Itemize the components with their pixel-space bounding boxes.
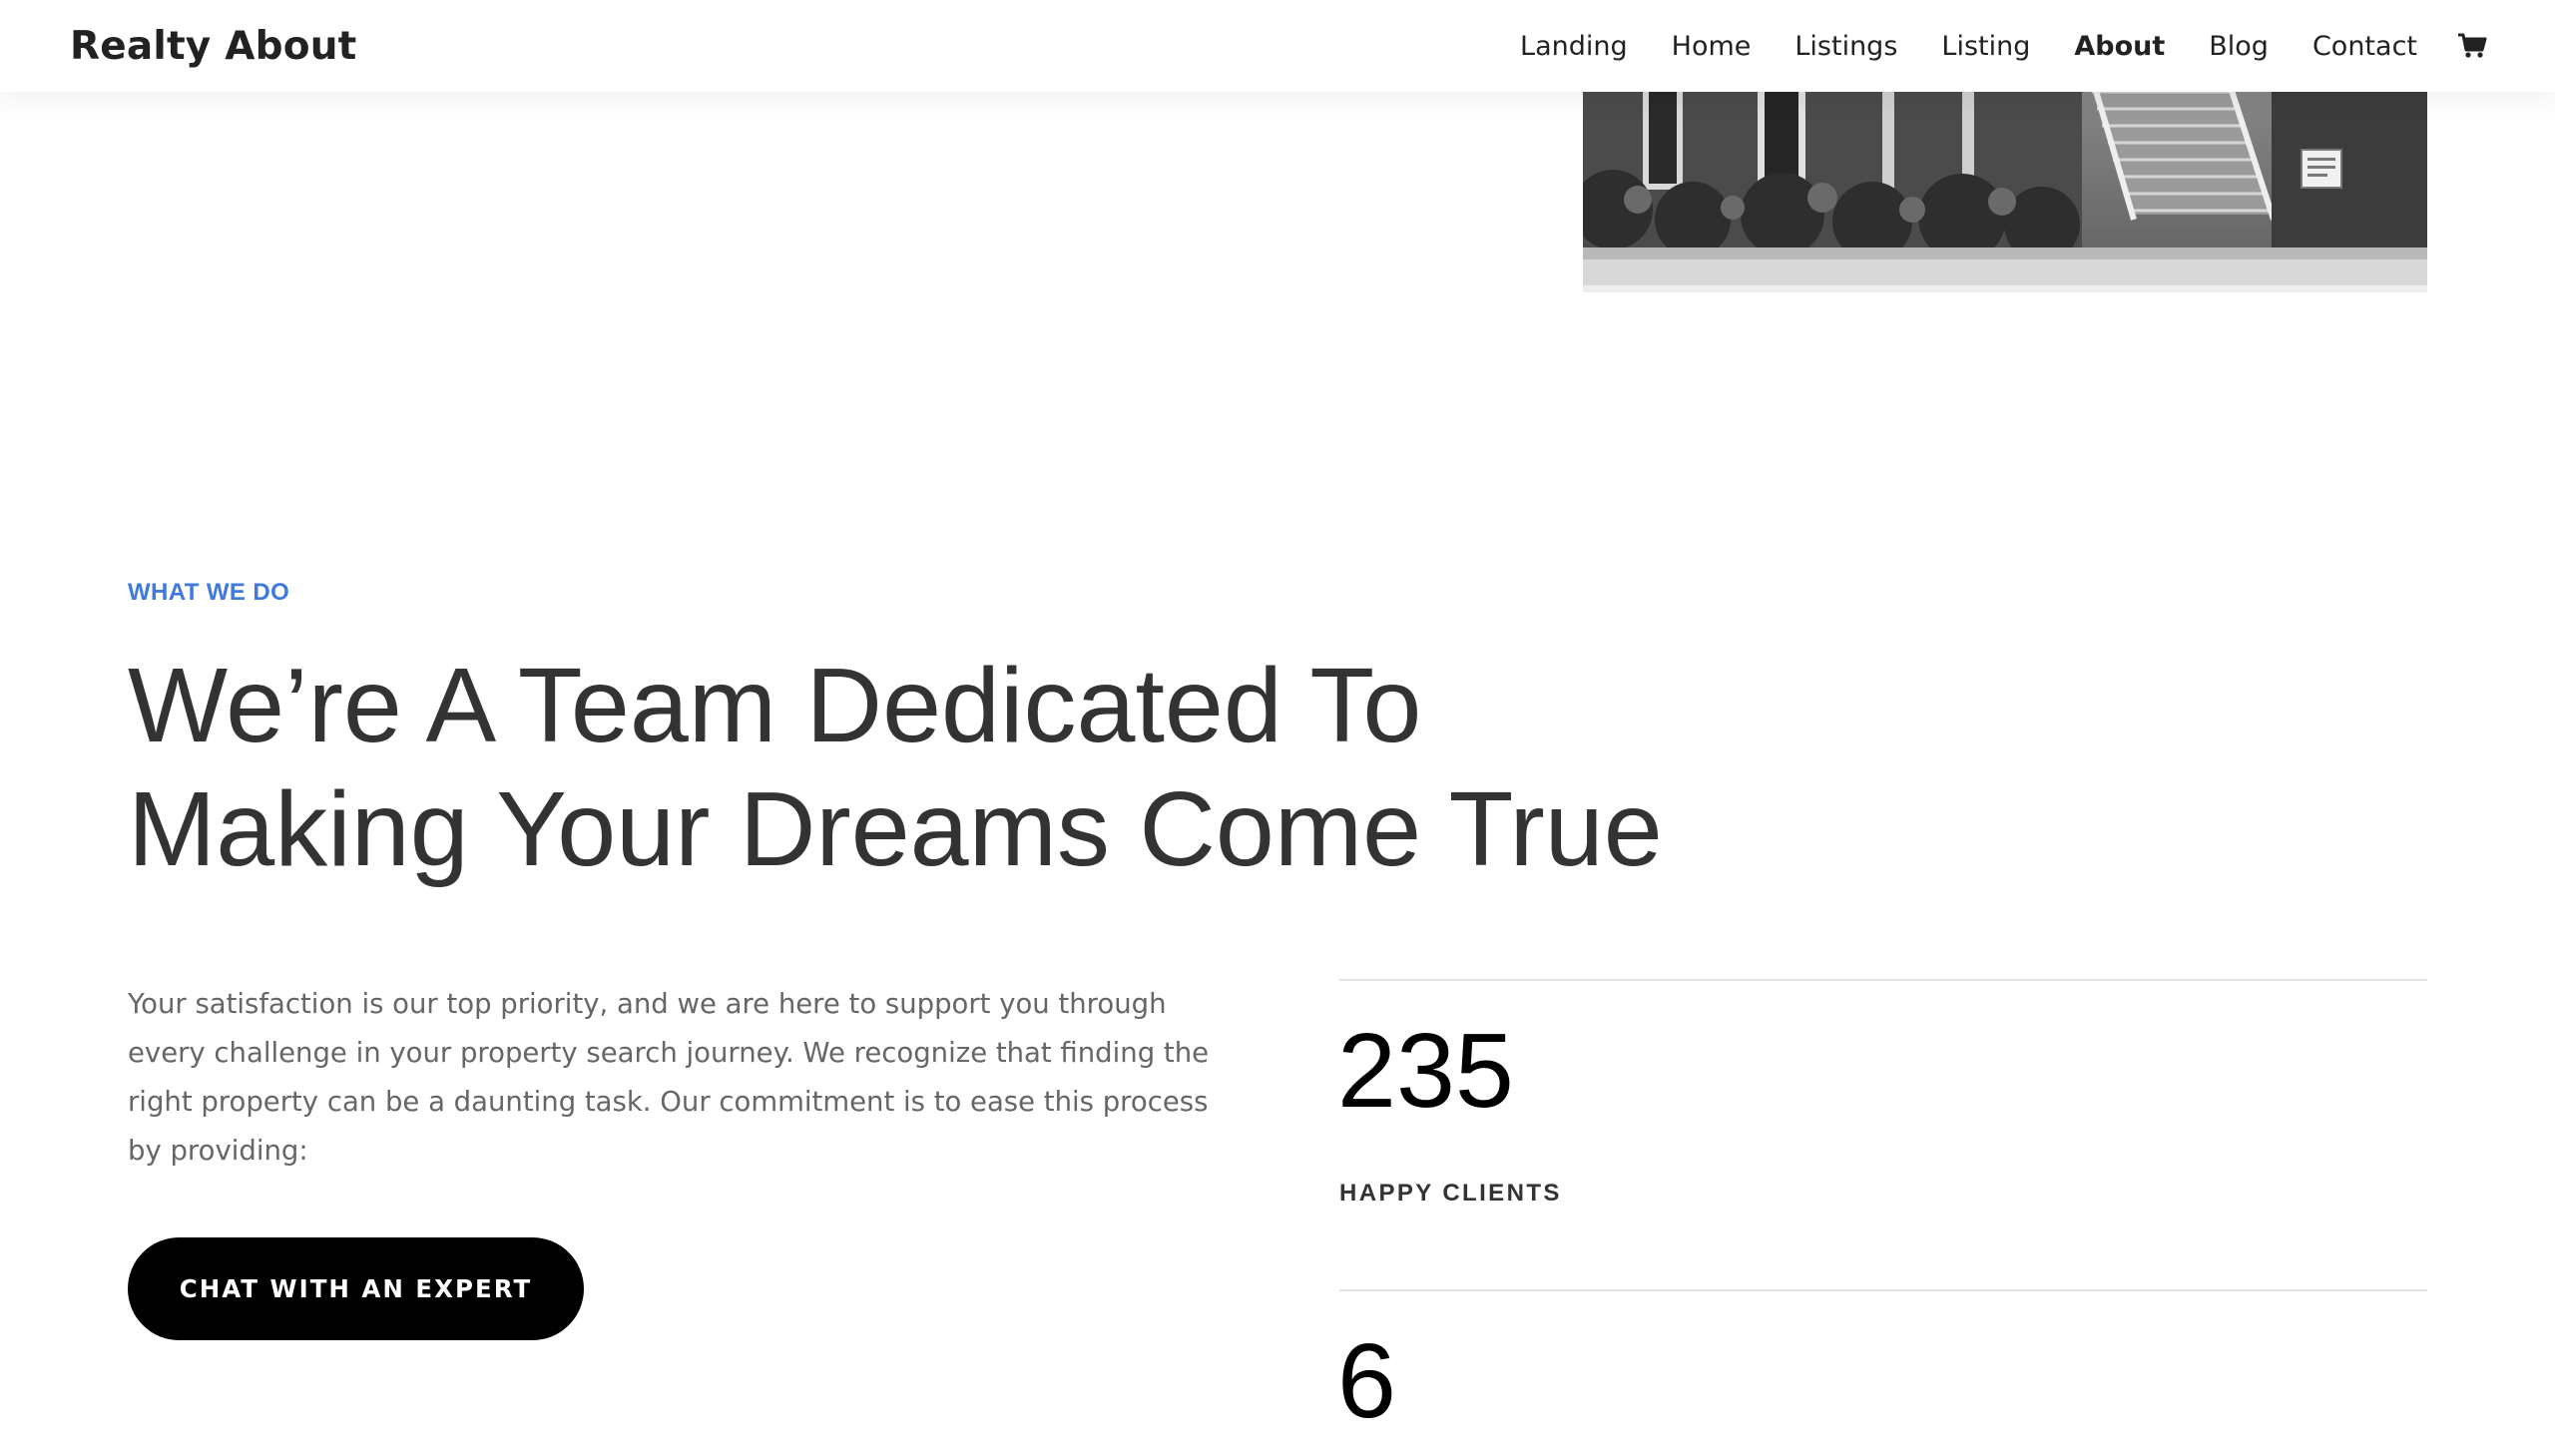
nav-listings[interactable]: Listings [1794, 31, 1897, 62]
main-nav: Landing Home Listings Listing About Blog… [1476, 31, 2487, 62]
site-header: Realty About Landing Home Listings Listi… [0, 0, 2555, 92]
nav-about[interactable]: About [2074, 31, 2165, 62]
section-eyebrow: WHAT WE DO [128, 579, 290, 606]
nav-blog[interactable]: Blog [2209, 31, 2269, 62]
section-headline: We’re A Team Dedicated To Making Your Dr… [128, 644, 1725, 891]
stat-divider [1339, 979, 2427, 981]
site-logo[interactable]: Realty About [70, 24, 357, 69]
shopping-cart-icon[interactable] [2457, 33, 2487, 59]
stat-number-second: 6 [1337, 1322, 1396, 1440]
section-body-text: Your satisfaction is our top priority, a… [128, 988, 1210, 1167]
house-photo [1583, 60, 2427, 292]
headline-line-1: We’re A Team Dedicated To [128, 647, 1422, 764]
stat-label-happy-clients: HAPPY CLIENTS [1339, 1180, 1562, 1207]
stat-number-happy-clients: 235 [1337, 1012, 1514, 1130]
nav-landing[interactable]: Landing [1520, 31, 1628, 62]
nav-home[interactable]: Home [1672, 31, 1752, 62]
chat-with-expert-button[interactable]: CHAT WITH AN EXPERT [128, 1237, 584, 1340]
nav-listing[interactable]: Listing [1941, 31, 2030, 62]
nav-contact[interactable]: Contact [2312, 31, 2417, 62]
headline-line-2: Making Your Dreams Come True [128, 770, 1663, 888]
stat-divider [1339, 1289, 2427, 1291]
